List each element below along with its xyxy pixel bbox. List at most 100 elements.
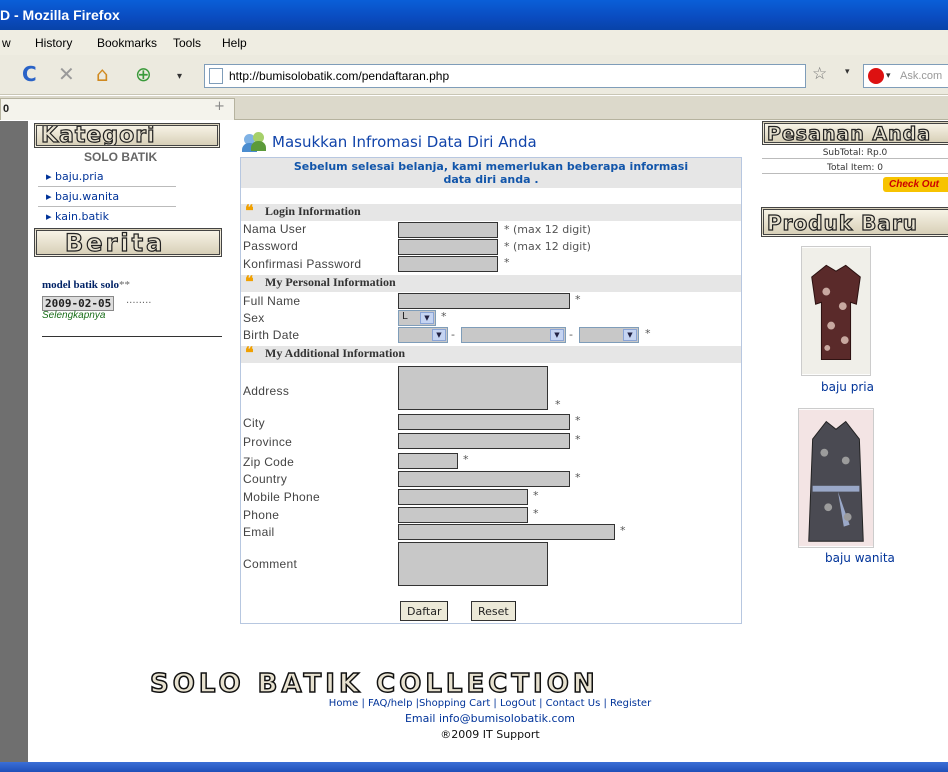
chevron-down-icon: ▼: [420, 312, 434, 324]
menu-bar: w History Bookmarks Tools Help: [0, 30, 948, 55]
tab-bar: 0 +: [0, 96, 948, 120]
province-input[interactable]: [398, 433, 570, 449]
label-email: Email: [243, 525, 275, 539]
city-required: *: [575, 414, 581, 427]
bookmark-star-icon[interactable]: ☆: [812, 64, 827, 84]
menu-history[interactable]: History: [35, 36, 72, 50]
search-engine-dropdown-icon[interactable]: ▾: [886, 70, 891, 81]
window-title: D - Mozilla Firefox: [0, 7, 120, 23]
product-caption-baju-pria[interactable]: baju pria: [821, 380, 874, 394]
section-login-header: ❝ Login Information: [241, 203, 741, 221]
footer-banner-text: SOLO BATIK COLLECTION: [150, 669, 599, 699]
city-input[interactable]: [398, 414, 570, 430]
product-image-baju-wanita[interactable]: [798, 408, 874, 548]
sidebar-link-label: baju.pria: [55, 170, 104, 183]
menu-bookmarks[interactable]: Bookmarks: [97, 36, 157, 50]
sidebar-link-label: kain.batik: [55, 210, 109, 223]
username-input[interactable]: [398, 222, 498, 238]
reload-icon[interactable]: C: [22, 63, 37, 85]
label-address: Address: [243, 384, 290, 398]
ask-logo-icon[interactable]: [868, 68, 884, 84]
checkout-button[interactable]: Check Out: [883, 177, 948, 192]
new-tab-icon[interactable]: +: [214, 99, 225, 114]
store-name: SOLO BATIK: [84, 150, 158, 164]
password-input[interactable]: [398, 239, 498, 255]
comment-textarea[interactable]: [398, 542, 548, 586]
submit-button[interactable]: Daftar: [400, 601, 449, 621]
new-products-title: Produk Baru: [766, 210, 918, 235]
confirm-password-input[interactable]: [398, 256, 498, 272]
label-sex: Sex: [243, 311, 265, 325]
sidebar-link-baju-pria[interactable]: ▸ baju.pria: [46, 170, 104, 183]
footer-email: Email info@bumisolobatik.com: [404, 712, 576, 725]
home-icon[interactable]: ⌂: [96, 63, 109, 85]
tab-current[interactable]: 0: [0, 98, 235, 120]
zip-required: *: [463, 453, 469, 466]
product-image-baju-pria[interactable]: [801, 246, 871, 376]
more-link[interactable]: Selengkapnya: [42, 310, 105, 321]
quote-icon: ❝: [245, 203, 254, 220]
berita-title-box: Berita: [34, 228, 222, 257]
address-required: *: [555, 398, 561, 411]
birth-day-select[interactable]: ▼: [398, 327, 448, 343]
sidebar-link-baju-wanita[interactable]: ▸ baju.wanita: [46, 190, 119, 203]
label-country: Country: [243, 472, 288, 486]
label-city: City: [243, 416, 265, 430]
country-required: *: [575, 471, 581, 484]
form-heading: Masukkan Infromasi Data Diri Anda: [272, 133, 537, 151]
url-dropdown-icon[interactable]: ▾: [845, 67, 850, 77]
mobile-input[interactable]: [398, 489, 528, 505]
page-icon: [209, 68, 223, 84]
kategori-title-box: Kategori: [34, 123, 220, 148]
phone-required: *: [533, 507, 539, 520]
label-password: Password: [243, 239, 299, 253]
sidebar-link-label: baju.wanita: [55, 190, 120, 203]
news-title[interactable]: model batik solo**: [42, 279, 130, 291]
birth-separator: -: [569, 328, 573, 341]
menu-tools[interactable]: Tools: [173, 36, 201, 50]
menu-view[interactable]: w: [2, 36, 11, 50]
search-box[interactable]: ▾ Ask.com: [863, 64, 948, 88]
sex-select[interactable]: L ▼: [398, 310, 436, 326]
birth-year-select[interactable]: ▼: [579, 327, 639, 343]
address-textarea[interactable]: [398, 366, 548, 410]
product-caption-baju-wanita[interactable]: baju wanita: [825, 551, 895, 565]
stop-icon[interactable]: ✕: [58, 63, 75, 85]
province-required: *: [575, 433, 581, 446]
total-items: Total Item: 0: [762, 163, 948, 174]
os-taskbar: [0, 762, 948, 772]
chevron-down-icon: ▼: [432, 329, 446, 341]
divider: [42, 336, 222, 337]
url-bar[interactable]: http://bumisolobatik.com/pendaftaran.php: [204, 64, 806, 88]
cart-title: Pesanan Anda: [766, 123, 932, 145]
download-icon[interactable]: ⊕: [135, 63, 152, 85]
birth-required: *: [645, 327, 651, 340]
news-dots: ........: [126, 295, 152, 306]
footer-banner: SOLO BATIK COLLECTION: [150, 669, 900, 699]
zip-input[interactable]: [398, 453, 458, 469]
kategori-title: Kategori: [40, 123, 156, 148]
section-additional-header: ❝ My Additional Information: [241, 345, 741, 363]
reset-button[interactable]: Reset: [471, 601, 516, 621]
label-username: Nama User: [243, 222, 307, 236]
label-fullname: Full Name: [243, 294, 301, 308]
fullname-input[interactable]: [398, 293, 570, 309]
footer-links[interactable]: Home | FAQ/help |Shopping Cart | LogOut …: [290, 698, 690, 709]
quote-icon: ❝: [245, 345, 254, 362]
phone-input[interactable]: [398, 507, 528, 523]
birth-month-select[interactable]: ▼: [461, 327, 566, 343]
divider: [38, 206, 176, 207]
section-personal-header: ❝ My Personal Information: [241, 274, 741, 292]
subtotal: SubTotal: Rp.0: [762, 148, 948, 159]
section-login-title: Login Information: [265, 204, 361, 218]
history-dropdown-icon[interactable]: ▾: [177, 66, 182, 88]
label-zip: Zip Code: [243, 455, 295, 469]
email-required: *: [620, 524, 626, 537]
section-personal-title: My Personal Information: [265, 275, 396, 289]
email-input[interactable]: [398, 524, 615, 540]
sidebar-link-kain-batik[interactable]: ▸ kain.batik: [46, 210, 109, 223]
label-province: Province: [243, 435, 293, 449]
country-input[interactable]: [398, 471, 570, 487]
menu-help[interactable]: Help: [222, 36, 247, 50]
chevron-down-icon: ▼: [623, 329, 637, 341]
